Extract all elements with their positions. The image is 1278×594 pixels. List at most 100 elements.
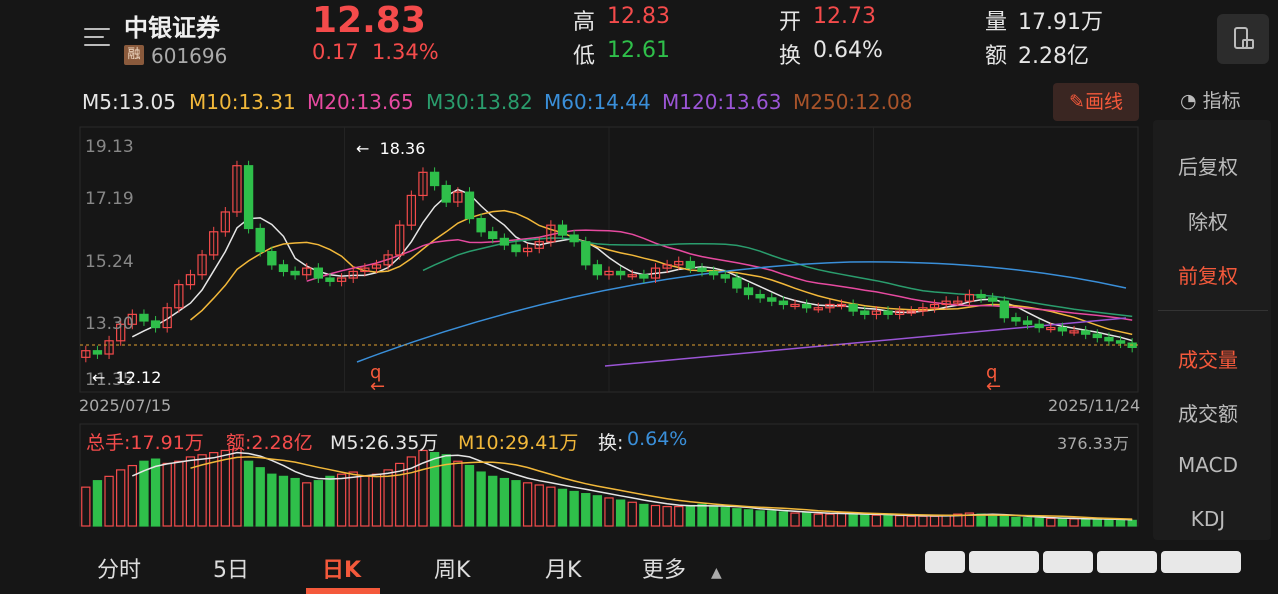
side-item-houfuquan[interactable]: 后复权 [1157,151,1259,180]
volume-bar [546,486,556,527]
event-marker-1[interactable]: q ← [370,364,385,396]
volume-bar [743,509,754,527]
volume-bar [767,510,777,527]
candle [976,293,986,299]
candle [267,251,277,266]
candle [720,274,730,279]
kline-chart[interactable] [0,0,1150,540]
volume-bar [755,510,765,527]
candle [697,267,707,273]
volume-bar [627,501,637,527]
side-panel [1153,120,1271,540]
landscape-toggle-button[interactable] [1217,14,1269,64]
max-price-marker: ← 18.36 [356,139,426,158]
volume-bar [615,499,626,527]
candle [290,270,300,276]
volume-bar [732,508,742,527]
candle [511,244,521,253]
volume-bar [697,503,707,527]
candle [1104,336,1114,342]
side-item-macd[interactable]: MACD [1157,453,1259,477]
volume-bar [557,488,568,527]
volume-bar [836,512,847,527]
volume-bar [429,452,440,527]
active-tab-indicator [306,588,380,594]
tab-monthly-k[interactable]: 月K [545,552,581,584]
volume-bar [860,514,870,527]
volume-bar [1022,517,1033,527]
candle [499,237,510,246]
volume-bar [395,462,405,527]
volume-bar [534,484,544,527]
tab-5day[interactable]: 5日 [213,552,249,584]
volume-bar [871,514,882,527]
side-item-volume[interactable]: 成交量 [1157,344,1259,373]
volume-bar [360,475,370,527]
candle [488,231,498,239]
candle [1022,320,1033,325]
volume-bar [1104,518,1114,527]
tab-daily-k[interactable]: 日K [322,552,361,584]
volume-bar [488,475,498,527]
volume-bar [848,513,858,527]
indicator-label: 指标 [1202,90,1241,112]
event-marker-2[interactable]: q ← [986,364,1001,396]
ma60-line [356,261,1127,363]
tab-more[interactable]: 更多 ▲ [642,552,722,584]
volume-bar [685,504,696,527]
min-price-label: 12.12 [115,368,162,387]
candle [139,313,149,322]
indicator-menu[interactable]: ◔ 指标 [1180,86,1241,113]
vol-amount: 额:2.28亿 [226,432,313,454]
obscured-watermark [925,542,1260,582]
min-price-marker: ← 12.12 [92,368,162,387]
volume-bar [92,480,103,527]
volume-bar [778,511,789,527]
candle [581,241,591,266]
vol-turnover-value: 0.64% [627,428,688,450]
vol-m5: M5:26.35万 [330,432,439,454]
candle [325,277,335,282]
volume-bar [162,462,172,527]
candle [685,260,696,269]
side-item-chuquan[interactable]: 除权 [1157,206,1259,235]
volume-bar [639,503,649,527]
ma120-line [604,317,1127,367]
volume-bar [720,507,730,527]
tab-weekly-k[interactable]: 周K [434,552,470,584]
side-item-amount[interactable]: 成交额 [1157,398,1259,427]
volume-bar [662,505,672,527]
volume-bar [371,473,382,527]
candle [1092,333,1102,339]
volume-bar [302,482,312,527]
volume-bar [453,460,463,527]
candle [615,270,626,276]
max-price-label: 18.36 [379,139,426,158]
side-item-qianfuquan[interactable]: 前复权 [1157,260,1259,289]
candle [557,224,568,236]
candle [464,191,475,220]
ytick-3: 13.30 [85,314,134,334]
tab-fenshi[interactable]: 分时 [97,552,141,584]
volume-bar [813,513,823,527]
candle [767,297,777,302]
candle [999,300,1009,319]
volume-bar [581,493,591,527]
volume-bar [883,514,893,527]
volume-bar [1069,518,1079,527]
volume-bar [174,460,184,527]
volume-bar [604,497,614,527]
candle [1057,326,1068,332]
vol-turnover-label: 换: [598,432,624,454]
candle [848,303,858,312]
side-item-kdj[interactable]: KDJ [1157,507,1259,531]
vol-m10: M10:29.41万 [458,432,579,454]
end-date: 2025/11/24 [1048,396,1141,415]
volume-bar [1057,518,1068,527]
volume-bar [569,490,579,527]
vol-total: 总手:17.91万 [86,432,204,454]
volume-bar [801,512,812,527]
volume-bar [81,486,91,527]
volume-bar [918,515,928,527]
candle [150,320,161,329]
